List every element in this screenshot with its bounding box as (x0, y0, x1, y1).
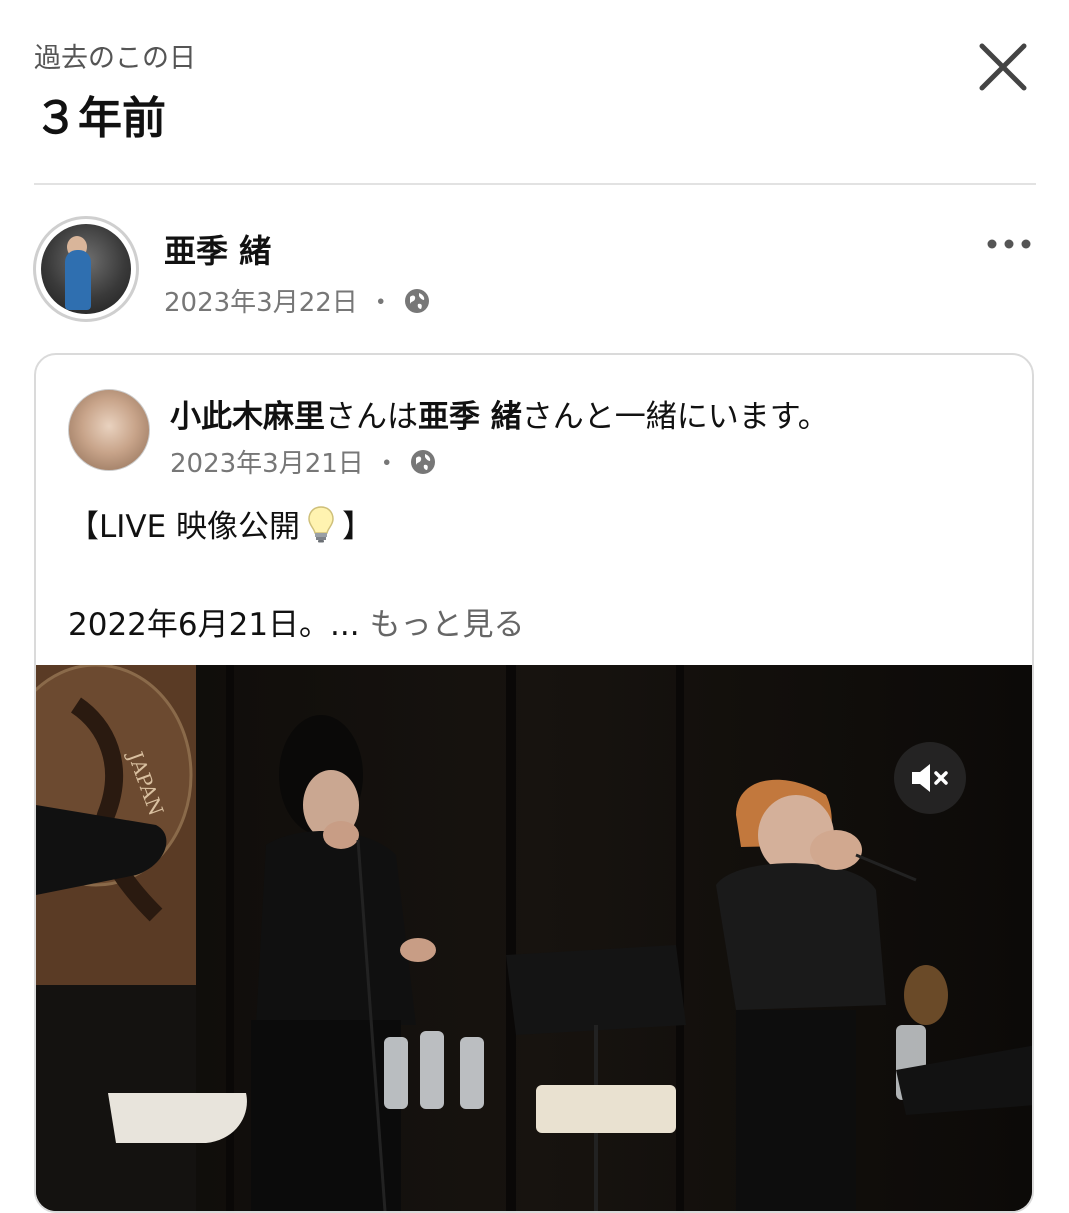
shared-author-avatar[interactable] (68, 389, 150, 471)
globe-icon (404, 288, 429, 313)
post-text-line1-suffix: 】 (342, 509, 374, 545)
more-dots-icon (987, 239, 1031, 249)
shared-post-date[interactable]: 2023年3月21日 (170, 443, 364, 480)
post-text-line1: 【LIVE 映像公開 】 (68, 501, 373, 546)
post-text-line2-body: 2022年6月21日。... (68, 607, 360, 643)
header-divider (34, 183, 1036, 185)
shared-post-card[interactable]: 小此木麻里さんは亜季 緒さんと一緒にいます。 2023年3月21日 ・ 【LIV… (34, 353, 1034, 1213)
post-text-line1-prefix: 【LIVE 映像公開 (68, 509, 301, 545)
see-more-link[interactable]: もっと見る (369, 607, 524, 643)
close-button[interactable] (968, 36, 1040, 100)
meta-separator: ・ (367, 288, 394, 318)
video-frame: JAPAN (36, 665, 1032, 1211)
shared-author-name[interactable]: 小此木麻里 (170, 399, 325, 435)
shared-meta-separator: ・ (373, 449, 400, 479)
light-bulb-icon (308, 505, 334, 542)
globe-icon (410, 449, 435, 474)
header-subtitle: 過去のこの日 (34, 43, 196, 74)
shared-title-mid: さんは (325, 399, 418, 435)
avatar-figure-body (65, 250, 91, 310)
post-meta: 2023年3月22日 ・ (164, 282, 430, 319)
avatar-image (41, 224, 131, 314)
mute-icon (912, 764, 948, 792)
author-name[interactable]: 亜季 緒 (164, 226, 271, 272)
tagged-user-name[interactable]: 亜季 緒 (418, 399, 522, 435)
post-date[interactable]: 2023年3月22日 (164, 282, 358, 319)
mute-button[interactable] (894, 742, 966, 814)
author-avatar[interactable] (33, 216, 139, 322)
video-player[interactable]: JAPAN (36, 665, 1032, 1211)
close-icon (979, 43, 1027, 91)
page-title: ３年前 (34, 93, 166, 144)
shared-title-end: さんと一緒にいます。 (521, 399, 829, 435)
shared-post-meta: 2023年3月21日 ・ (170, 443, 436, 480)
more-options-button[interactable] (982, 228, 1038, 260)
shared-post-title: 小此木麻里さんは亜季 緒さんと一緒にいます。 (170, 391, 829, 436)
post-text-line2: 2022年6月21日。... もっと見る (68, 599, 524, 644)
